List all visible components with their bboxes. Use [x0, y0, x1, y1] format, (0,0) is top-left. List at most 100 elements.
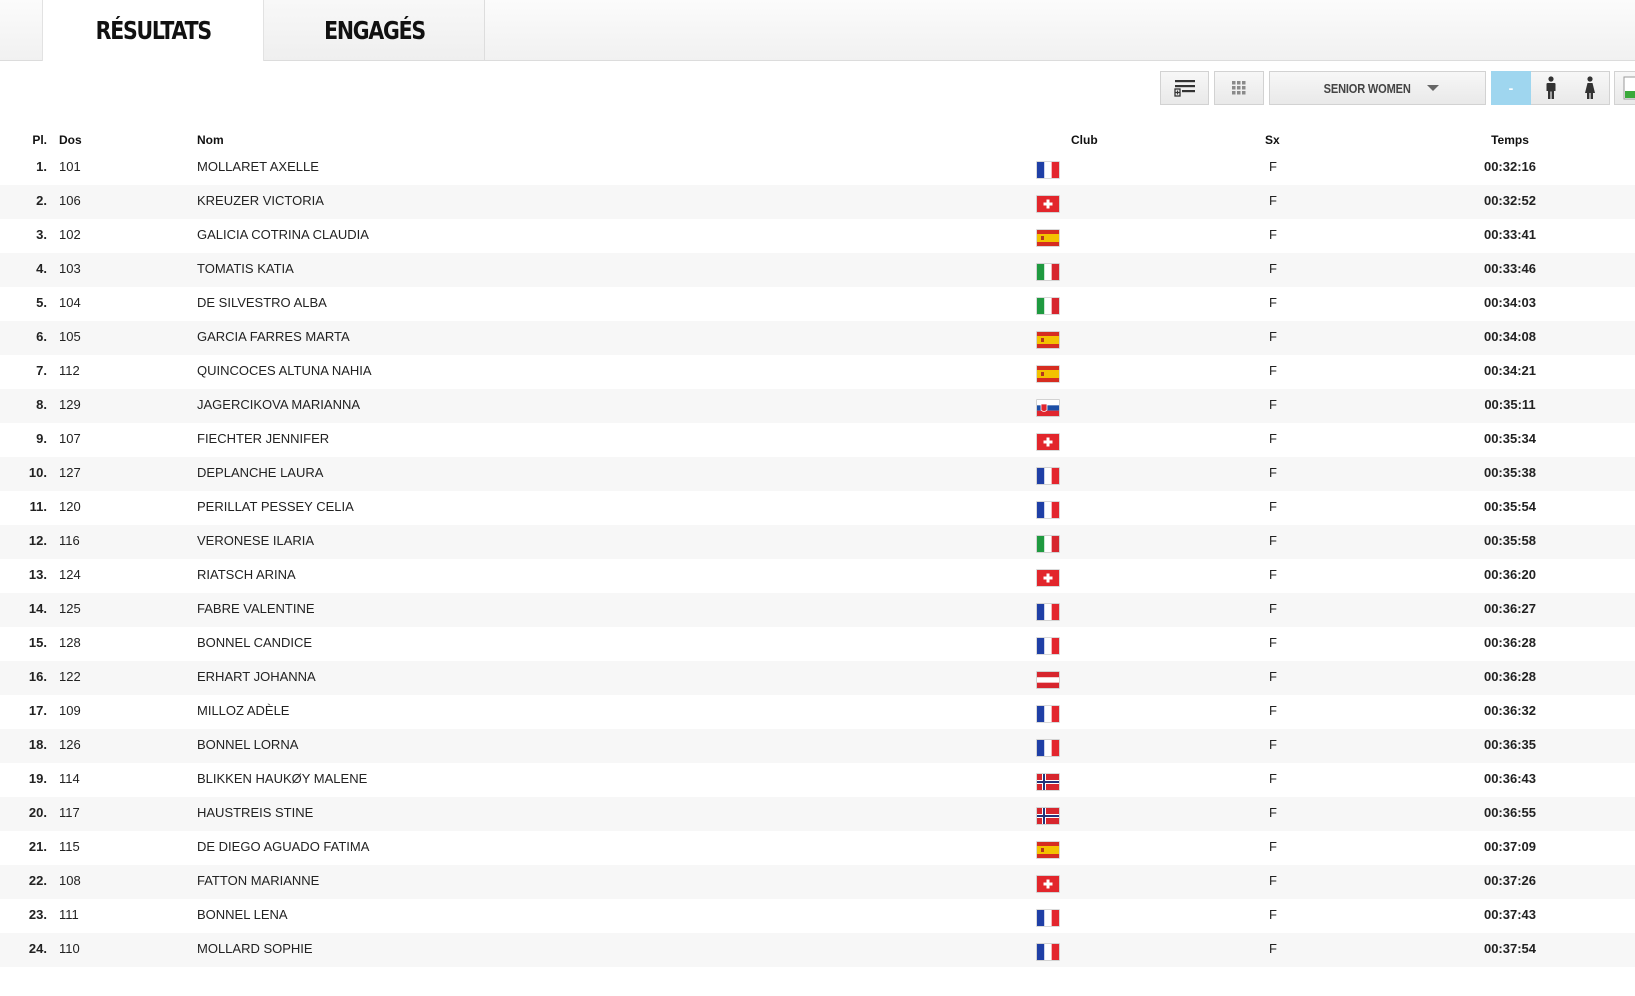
cell-dos: 109 — [59, 703, 81, 718]
cell-nom: DE DIEGO AGUADO FATIMA — [197, 839, 370, 854]
cell-temps: 00:36:28 — [1483, 669, 1537, 684]
tab-results-label: RÉSULTATS — [95, 16, 211, 45]
col-header-club: Club — [1071, 133, 1098, 147]
cell-temps: 00:37:54 — [1483, 941, 1537, 956]
flag-fr-icon — [1036, 463, 1060, 485]
cell-nom: FATTON MARIANNE — [197, 873, 320, 888]
tab-results[interactable]: RÉSULTATS — [42, 0, 264, 61]
cell-nom: PERILLAT PESSEY CELIA — [197, 499, 354, 514]
cell-dos: 104 — [59, 295, 81, 310]
cell-temps: 00:34:08 — [1483, 329, 1537, 344]
cell-temps: 00:35:58 — [1483, 533, 1537, 548]
cell-sx: F — [1269, 193, 1277, 208]
table-row: 3. 102 GALICIA COTRINA CLAUDIA F 00:33:41 — [0, 219, 1635, 253]
cell-pl: 13. — [28, 567, 47, 582]
cell-temps: 00:36:55 — [1483, 805, 1537, 820]
cell-pl: 11. — [29, 499, 47, 514]
table-header: Pl. Dos Nom Club Sx Temps — [0, 125, 1635, 151]
grid-view-button[interactable] — [1214, 71, 1264, 105]
cell-nom: FIECHTER JENNIFER — [197, 431, 330, 446]
table-row: 15. 128 BONNEL CANDICE F 00:36:28 — [0, 627, 1635, 661]
cell-sx: F — [1269, 533, 1277, 548]
cell-temps: 00:33:46 — [1483, 261, 1537, 276]
table-row: 16. 122 ERHART JOHANNA F 00:36:28 — [0, 661, 1635, 695]
cell-dos: 117 — [59, 805, 80, 820]
flag-fr-icon — [1036, 905, 1060, 927]
cell-temps: 00:36:32 — [1483, 703, 1537, 718]
cell-dos: 108 — [59, 873, 81, 888]
cell-nom: DEPLANCHE LAURA — [197, 465, 324, 480]
cell-sx: F — [1269, 329, 1277, 344]
cell-dos: 103 — [59, 261, 81, 276]
cell-sx: F — [1269, 499, 1277, 514]
cell-dos: 125 — [59, 601, 81, 616]
cell-pl: 1. — [36, 159, 47, 174]
table-row: 12. 116 VERONESE ILARIA F 00:35:58 — [0, 525, 1635, 559]
table-row: 7. 112 QUINCOCES ALTUNA NAHIA F 00:34:21 — [0, 355, 1635, 389]
cell-dos: 116 — [59, 533, 80, 548]
category-select[interactable]: SENIOR WOMEN — [1269, 71, 1486, 105]
cell-temps: 00:36:20 — [1483, 567, 1537, 582]
cell-nom: BONNEL LENA — [197, 907, 288, 922]
cell-sx: F — [1269, 805, 1277, 820]
male-icon — [1546, 76, 1555, 99]
cell-sx: F — [1269, 907, 1277, 922]
table-row: 10. 127 DEPLANCHE LAURA F 00:35:38 — [0, 457, 1635, 491]
cell-pl: 16. — [28, 669, 47, 684]
flag-es-icon — [1036, 837, 1060, 859]
table-row: 11. 120 PERILLAT PESSEY CELIA F 00:35:54 — [0, 491, 1635, 525]
list-view-icon — [1173, 80, 1195, 97]
cell-sx: F — [1269, 567, 1277, 582]
tab-entries[interactable]: ENGAGÉS — [264, 0, 485, 60]
cell-temps: 00:36:27 — [1483, 601, 1537, 616]
cell-nom: VERONESE ILARIA — [197, 533, 315, 548]
cell-dos: 128 — [59, 635, 81, 650]
cell-dos: 112 — [59, 363, 80, 378]
export-button[interactable] — [1614, 71, 1635, 105]
cell-dos: 107 — [59, 431, 81, 446]
cell-nom: JAGERCIKOVA MARIANNA — [197, 397, 361, 412]
cell-temps: 00:36:35 — [1483, 737, 1537, 752]
spreadsheet-icon — [1623, 76, 1635, 100]
cell-pl: 2. — [36, 193, 47, 208]
filter-all-button[interactable]: - — [1491, 71, 1531, 105]
cell-pl: 12. — [28, 533, 47, 548]
cell-nom: MILLOZ ADÈLE — [197, 703, 290, 718]
table-row: 9. 107 FIECHTER JENNIFER F 00:35:34 — [0, 423, 1635, 457]
cell-nom: FABRE VALENTINE — [197, 601, 315, 616]
table-row: 1. 101 MOLLARET AXELLE F 00:32:16 — [0, 151, 1635, 185]
flag-ch-icon — [1036, 429, 1060, 451]
col-header-temps: Temps — [1491, 133, 1529, 147]
cell-dos: 120 — [59, 499, 81, 514]
flag-ch-icon — [1036, 565, 1060, 587]
flag-it-icon — [1036, 531, 1060, 553]
cell-dos: 127 — [59, 465, 81, 480]
cell-nom: MOLLARET AXELLE — [197, 159, 319, 174]
cell-sx: F — [1269, 261, 1277, 276]
table-row: 2. 106 KREUZER VICTORIA F 00:32:52 — [0, 185, 1635, 219]
table-row: 4. 103 TOMATIS KATIA F 00:33:46 — [0, 253, 1635, 287]
cell-sx: F — [1269, 159, 1277, 174]
cell-temps: 00:37:09 — [1483, 839, 1537, 854]
cell-pl: 7. — [36, 363, 47, 378]
flag-fr-icon — [1036, 701, 1060, 723]
cell-sx: F — [1269, 295, 1277, 310]
cell-pl: 9. — [36, 431, 47, 446]
cell-nom: MOLLARD SOPHIE — [197, 941, 313, 956]
cell-temps: 00:35:11 — [1484, 397, 1536, 412]
table-body: 1. 101 MOLLARET AXELLE F 00:32:16 2. 106 KREUZE… — [0, 151, 1635, 967]
cell-sx: F — [1269, 703, 1277, 718]
cell-nom: TOMATIS KATIA — [197, 261, 294, 276]
cell-temps: 00:32:52 — [1483, 193, 1537, 208]
flag-sk-icon — [1036, 395, 1060, 417]
table-row: 21. 115 DE DIEGO AGUADO FATIMA F 00:37:09 — [0, 831, 1635, 865]
cell-pl: 17. — [28, 703, 47, 718]
table-row: 18. 126 BONNEL LORNA F 00:36:35 — [0, 729, 1635, 763]
list-view-button[interactable] — [1160, 71, 1209, 105]
filter-all-label: - — [1508, 80, 1514, 96]
cell-pl: 22. — [28, 873, 47, 888]
cell-dos: 101 — [59, 159, 81, 174]
table-row: 14. 125 FABRE VALENTINE F 00:36:27 — [0, 593, 1635, 627]
filter-female-button[interactable] — [1570, 71, 1610, 105]
filter-male-button[interactable] — [1531, 71, 1571, 105]
